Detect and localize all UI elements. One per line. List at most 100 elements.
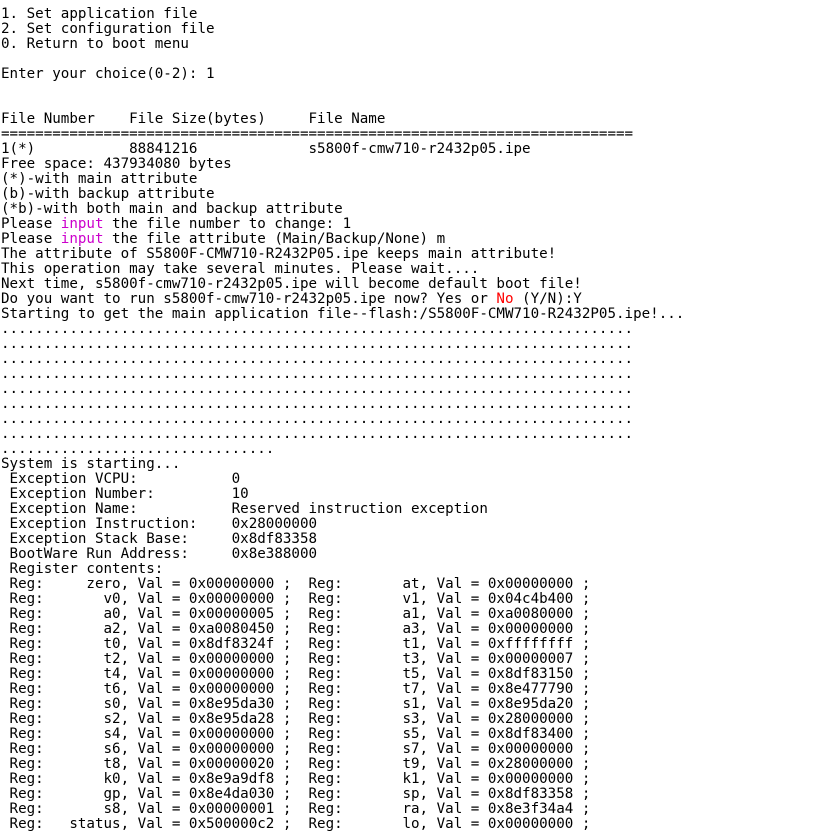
terminal-text: Exception Stack Base: 0x8df83358	[1, 531, 318, 547]
terminal-line: Reg: t4, Val = 0x00000000 ; Reg: t5, Val…	[1, 667, 818, 682]
terminal-text: Reg: s8, Val = 0x00000001 ; Reg: ra, Val…	[1, 801, 591, 817]
terminal-line: System is starting...	[1, 457, 818, 472]
terminal-line: Reg: a2, Val = 0xa0080450 ; Reg: a3, Val…	[1, 622, 818, 637]
terminal-text: Please	[1, 231, 61, 247]
terminal-text: ........................................…	[1, 336, 634, 352]
terminal-line: 1(*) 88841216 s5800f-cmw710-r2432p05.ipe	[1, 142, 818, 157]
terminal-text: Free space: 437934080 bytes	[1, 156, 232, 172]
terminal-line: Reg: v0, Val = 0x00000000 ; Reg: v1, Val…	[1, 592, 818, 607]
terminal-text: ................................	[1, 441, 275, 457]
terminal-text: Exception Instruction: 0x28000000	[1, 516, 318, 532]
terminal-line: 2. Set configuration file	[1, 22, 818, 37]
terminal-line: Reg: t6, Val = 0x00000000 ; Reg: t7, Val…	[1, 682, 818, 697]
terminal-output[interactable]: 1. Set application file 2. Set configurat…	[1, 7, 818, 832]
terminal-text: Enter your choice(0-2): 1	[1, 66, 215, 82]
terminal-text: (*)-with main attribute	[1, 171, 198, 187]
terminal-line: Enter your choice(0-2): 1	[1, 67, 818, 82]
terminal-text: Reg: a0, Val = 0x00000005 ; Reg: a1, Val…	[1, 606, 591, 622]
terminal-text: ========================================…	[1, 126, 634, 142]
terminal-text: Reg: s6, Val = 0x00000000 ; Reg: s7, Val…	[1, 741, 591, 757]
terminal-line: (*)-with main attribute	[1, 172, 818, 187]
terminal-line: ========================================…	[1, 127, 818, 142]
terminal-text: File Number File Size(bytes) File Name	[1, 111, 386, 127]
terminal-line: Reg: s4, Val = 0x00000000 ; Reg: s5, Val…	[1, 727, 818, 742]
terminal-line: Reg: gp, Val = 0x8e4da030 ; Reg: sp, Val…	[1, 787, 818, 802]
terminal-text: the file attribute (Main/Backup/None) m	[103, 231, 446, 247]
terminal-text: BootWare Run Address: 0x8e388000	[1, 546, 318, 562]
terminal-line: Reg: s6, Val = 0x00000000 ; Reg: s7, Val…	[1, 742, 818, 757]
terminal-line: Exception Name: Reserved instruction exc…	[1, 502, 818, 517]
terminal-text: Exception Number: 10	[1, 486, 249, 502]
terminal-line: Reg: s8, Val = 0x00000001 ; Reg: ra, Val…	[1, 802, 818, 817]
terminal-text: Exception Name: Reserved instruction exc…	[1, 501, 488, 517]
terminal-text: Starting to get the main application fil…	[1, 306, 685, 322]
terminal-line: The attribute of S5800F-CMW710-R2432P05.…	[1, 247, 818, 262]
terminal-text: Reg: s0, Val = 0x8e95da30 ; Reg: s1, Val…	[1, 696, 591, 712]
terminal-text: Register contents:	[1, 561, 164, 577]
terminal-line: This operation may take several minutes.…	[1, 262, 818, 277]
terminal-text: Reg: zero, Val = 0x00000000 ; Reg: at, V…	[1, 576, 591, 592]
terminal-text: Reg: a2, Val = 0xa0080450 ; Reg: a3, Val…	[1, 621, 591, 637]
terminal-text: Reg: t6, Val = 0x00000000 ; Reg: t7, Val…	[1, 681, 591, 697]
terminal-line: BootWare Run Address: 0x8e388000	[1, 547, 818, 562]
terminal-line: Free space: 437934080 bytes	[1, 157, 818, 172]
terminal-text: The attribute of S5800F-CMW710-R2432P05.…	[1, 246, 557, 262]
terminal-line: Reg: a0, Val = 0x00000005 ; Reg: a1, Val…	[1, 607, 818, 622]
terminal-text: 1. Set application file	[1, 6, 198, 22]
terminal-text: Do you want to run s5800f-cmw710-r2432p0…	[1, 291, 497, 307]
terminal-text: Reg: t0, Val = 0x8df8324f ; Reg: t1, Val…	[1, 636, 591, 652]
terminal-line: ........................................…	[1, 397, 818, 412]
terminal-line: ........................................…	[1, 412, 818, 427]
terminal-line: Exception Stack Base: 0x8df83358	[1, 532, 818, 547]
terminal-line: Reg: t2, Val = 0x00000000 ; Reg: t3, Val…	[1, 652, 818, 667]
terminal-text: 0. Return to boot menu	[1, 36, 189, 52]
terminal-text: Reg: v0, Val = 0x00000000 ; Reg: v1, Val…	[1, 591, 591, 607]
highlighted-keyword: input	[60, 216, 104, 232]
terminal-text: ........................................…	[1, 321, 634, 337]
terminal-text: ........................................…	[1, 381, 634, 397]
terminal-text: (*b)-with both main and backup attribute	[1, 201, 343, 217]
terminal-line: Register contents:	[1, 562, 818, 577]
terminal-text: Exception VCPU: 0	[1, 471, 241, 487]
terminal-line: Exception Number: 10	[1, 487, 818, 502]
terminal-line: Next time, s5800f-cmw710-r2432p05.ipe wi…	[1, 277, 818, 292]
terminal-line: 1. Set application file	[1, 7, 818, 22]
terminal-line: Starting to get the main application fil…	[1, 307, 818, 322]
terminal-text: (Y/N):Y	[513, 291, 582, 307]
terminal-line: Exception Instruction: 0x28000000	[1, 517, 818, 532]
terminal-text: 1(*) 88841216 s5800f-cmw710-r2432p05.ipe	[1, 141, 531, 157]
terminal-text: Reg: k0, Val = 0x8e9a9df8 ; Reg: k1, Val…	[1, 771, 591, 787]
terminal-line: Reg: zero, Val = 0x00000000 ; Reg: at, V…	[1, 577, 818, 592]
terminal-line: Reg: s0, Val = 0x8e95da30 ; Reg: s1, Val…	[1, 697, 818, 712]
terminal-text: Reg: s2, Val = 0x8e95da28 ; Reg: s3, Val…	[1, 711, 591, 727]
terminal-line: Please input the file attribute (Main/Ba…	[1, 232, 818, 247]
highlighted-no-option: No	[496, 291, 514, 307]
terminal-text: Reg: t4, Val = 0x00000000 ; Reg: t5, Val…	[1, 666, 591, 682]
terminal-line: ................................	[1, 442, 818, 457]
terminal-text: ........................................…	[1, 426, 634, 442]
terminal-text: Please	[1, 216, 61, 232]
terminal-line: (b)-with backup attribute	[1, 187, 818, 202]
terminal-text: 2. Set configuration file	[1, 21, 215, 37]
terminal-line: Reg: k0, Val = 0x8e9a9df8 ; Reg: k1, Val…	[1, 772, 818, 787]
terminal-text: Next time, s5800f-cmw710-r2432p05.ipe wi…	[1, 276, 582, 292]
terminal-text: System is starting...	[1, 456, 181, 472]
terminal-line: ........................................…	[1, 337, 818, 352]
terminal-line: Please input the file number to change: …	[1, 217, 818, 232]
terminal-line: Exception VCPU: 0	[1, 472, 818, 487]
terminal-text: ........................................…	[1, 366, 634, 382]
terminal-text: ........................................…	[1, 351, 634, 367]
terminal-line: 0. Return to boot menu	[1, 37, 818, 52]
terminal-line: ........................................…	[1, 382, 818, 397]
terminal-line: Reg: s2, Val = 0x8e95da28 ; Reg: s3, Val…	[1, 712, 818, 727]
terminal-line: ........................................…	[1, 322, 818, 337]
terminal-text: ........................................…	[1, 396, 634, 412]
terminal-line: Do you want to run s5800f-cmw710-r2432p0…	[1, 292, 818, 307]
terminal-text: Reg: status, Val = 0x500000c2 ; Reg: lo,…	[1, 816, 591, 832]
terminal-text: ........................................…	[1, 411, 634, 427]
terminal-text: (b)-with backup attribute	[1, 186, 215, 202]
terminal-text: Reg: t8, Val = 0x00000020 ; Reg: t9, Val…	[1, 756, 591, 772]
terminal-line: ........................................…	[1, 367, 818, 382]
